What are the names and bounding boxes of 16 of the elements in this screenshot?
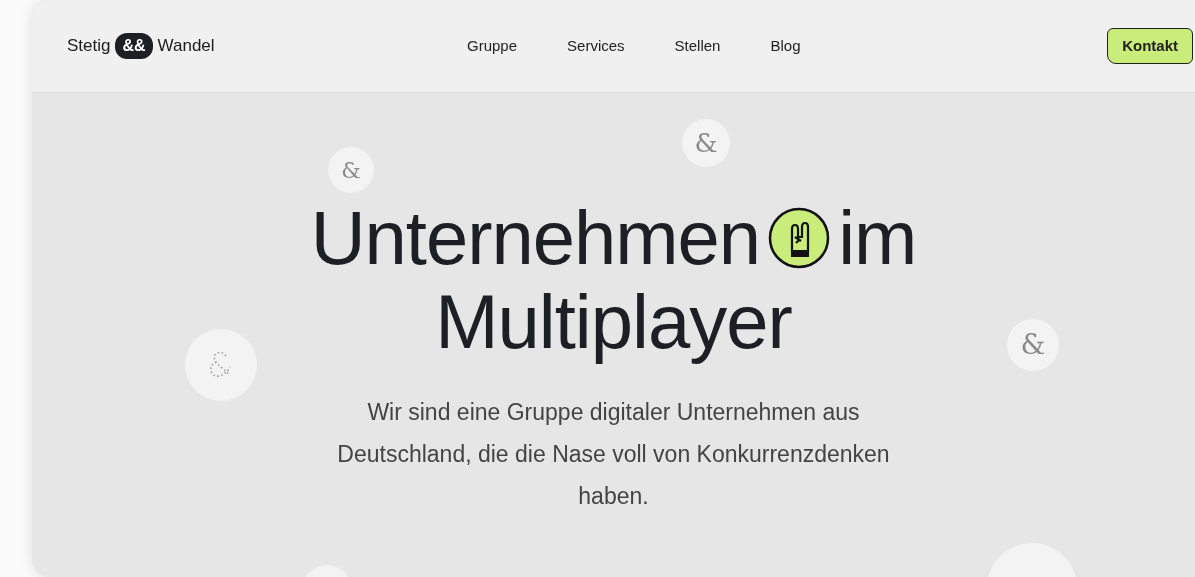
nav-link[interactable]: Services xyxy=(567,34,625,58)
hero-title: im xyxy=(838,195,917,281)
ampersand-badge: & xyxy=(682,119,730,167)
hero-title: Unternehmen xyxy=(310,195,761,281)
rock-hand-icon xyxy=(768,207,831,269)
contact-button[interactable]: Kontakt xyxy=(1107,27,1193,65)
logo-text: Stetig xyxy=(67,35,111,58)
nav-link[interactable]: Blog xyxy=(770,34,801,58)
logo-text: Wandel xyxy=(157,35,215,58)
nav-link[interactable]: Gruppe xyxy=(467,34,518,58)
ampersand-badge: & xyxy=(328,147,374,193)
hero-description: Wir sind eine Gruppe digitaler Unternehmen aus Deutschland, die die Nase voll von Konkurrenzdenken haben. xyxy=(336,398,891,511)
nav-link[interactable]: Stellen xyxy=(674,34,721,58)
ampersand-badge: & xyxy=(1007,319,1059,371)
logo-mark: && xyxy=(115,33,153,59)
hero-title: Multiplayer xyxy=(435,279,792,364)
